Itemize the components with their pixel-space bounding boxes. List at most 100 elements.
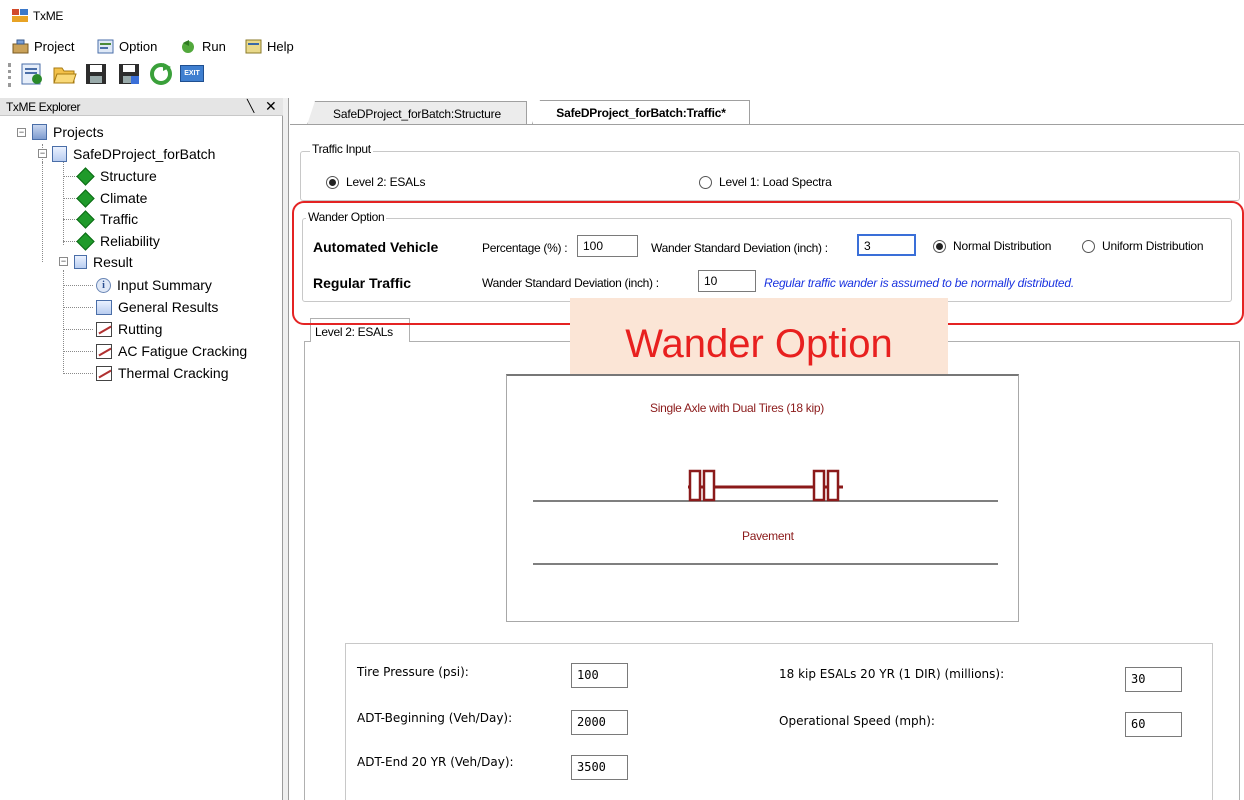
exit-label: EXIT	[184, 70, 200, 77]
tree-item-thermal-cracking[interactable]: Thermal Cracking	[96, 362, 228, 384]
thermal-chart-icon	[96, 365, 112, 381]
operational-speed-input[interactable]: 60	[1125, 712, 1182, 737]
tree-item-reliability[interactable]: Reliability	[76, 230, 160, 252]
menu-option[interactable]: Option	[97, 37, 157, 55]
tree-item-input-summary-label: Input Summary	[117, 277, 212, 293]
esals-input[interactable]: 30	[1125, 667, 1182, 692]
tree-item-ac-fatigue-cracking[interactable]: AC Fatigue Cracking	[96, 340, 247, 362]
collapse-toggle-projects[interactable]: −	[17, 128, 26, 137]
tree-item-input-summary[interactable]: i Input Summary	[96, 274, 212, 296]
menu-project-label: Project	[34, 38, 75, 54]
help-icon	[245, 39, 262, 53]
panel-splitter[interactable]	[283, 98, 289, 800]
save-icon[interactable]	[84, 62, 108, 86]
window-title: TxME	[33, 9, 64, 23]
tree-line	[63, 307, 93, 308]
adt-beginning-input[interactable]: 2000	[571, 710, 628, 735]
open-folder-icon[interactable]	[53, 62, 77, 86]
radio-level1-load-spectra[interactable]: Level 1: Load Spectra	[699, 175, 832, 189]
structure-diamond-icon	[76, 166, 95, 186]
tree-item-traffic-label: Traffic	[100, 211, 139, 227]
collapse-toggle-result[interactable]: −	[59, 257, 68, 266]
adt-end-input[interactable]: 3500	[571, 755, 628, 780]
radio-level1-dot	[699, 175, 712, 189]
tree-item-projects-label: Projects	[53, 124, 104, 140]
rutting-chart-icon	[96, 321, 112, 337]
tree-line	[42, 162, 43, 262]
menu-run-label: Run	[202, 38, 226, 54]
tree-line	[63, 351, 93, 352]
tree-item-general-results-label: General Results	[118, 299, 219, 315]
esals-label: 18 kip ESALs 20 YR (1 DIR) (millions):	[779, 667, 1005, 681]
tree-item-thermal-cracking-label: Thermal Cracking	[118, 365, 229, 381]
tire-pressure-label: Tire Pressure (psi):	[357, 665, 469, 679]
tree-item-structure[interactable]: Structure	[76, 165, 157, 187]
tree-item-project[interactable]: SafeDProject_forBatch	[52, 143, 215, 165]
tire-pressure-input[interactable]: 100	[571, 663, 628, 688]
tree-item-general-results[interactable]: General Results	[96, 296, 218, 318]
general-results-icon	[96, 299, 112, 315]
tree-line	[63, 285, 93, 286]
tab-structure[interactable]: SafeDProject_forBatch:Structure	[307, 101, 527, 125]
tree-item-rutting[interactable]: Rutting	[96, 318, 162, 340]
menu-help-label: Help	[267, 38, 294, 54]
toolbar: EXIT	[0, 58, 1244, 90]
tree-item-projects[interactable]: Projects	[32, 121, 104, 143]
wander-option-annotation-text: Wander Option	[625, 322, 893, 366]
result-folder-icon	[74, 255, 87, 269]
refresh-icon[interactable]	[149, 62, 173, 86]
pin-icon[interactable]: ╲	[247, 99, 254, 113]
axle-drawing	[533, 469, 998, 565]
new-project-icon[interactable]	[20, 62, 44, 86]
tab-traffic-label: SafeDProject_forBatch:Traffic*	[556, 105, 726, 120]
tree-item-result[interactable]: Result	[74, 251, 133, 273]
option-icon	[97, 39, 114, 53]
adt-beginning-label: ADT-Beginning (Veh/Day):	[357, 711, 513, 725]
climate-diamond-icon	[76, 188, 95, 208]
pavement-label: Pavement	[742, 529, 794, 543]
tree-item-traffic[interactable]: Traffic	[76, 208, 139, 230]
close-icon[interactable]: ✕	[265, 98, 277, 115]
explorer-header: TxME Explorer ╲ ✕	[0, 98, 283, 116]
adt-end-label: ADT-End 20 YR (Veh/Day):	[357, 755, 514, 769]
tab-level2-esals-label: Level 2: ESALs	[315, 325, 393, 339]
tree-item-climate[interactable]: Climate	[76, 187, 148, 209]
project-file-icon	[52, 146, 67, 162]
fatigue-chart-icon	[96, 343, 112, 359]
radio-level2-label: Level 2: ESALs	[346, 175, 426, 189]
info-icon: i	[96, 277, 111, 293]
axle-diagram: Single Axle with Dual Tires (18 kip) Pav…	[506, 374, 1019, 622]
project-icon	[12, 39, 29, 53]
tree-item-ac-fatigue-cracking-label: AC Fatigue Cracking	[118, 343, 248, 359]
tree-line	[63, 162, 64, 245]
radio-level2-dot	[326, 175, 339, 189]
traffic-diamond-icon	[76, 209, 95, 229]
tree-item-rutting-label: Rutting	[118, 321, 163, 337]
exit-icon[interactable]: EXIT	[180, 65, 204, 82]
tab-structure-label: SafeDProject_forBatch:Structure	[333, 106, 501, 121]
menu-project[interactable]: Project	[12, 37, 74, 55]
tree-item-project-label: SafeDProject_forBatch	[73, 146, 216, 162]
txme-app-icon	[12, 9, 28, 22]
tree-line	[63, 373, 93, 374]
tree-item-climate-label: Climate	[100, 190, 148, 206]
save-as-icon[interactable]	[117, 62, 141, 86]
tree-item-structure-label: Structure	[100, 168, 157, 184]
menu-option-label: Option	[119, 38, 158, 54]
collapse-toggle-project[interactable]: −	[38, 149, 47, 158]
radio-level1-label: Level 1: Load Spectra	[719, 175, 832, 189]
reliability-diamond-icon	[76, 231, 95, 251]
radio-level2-esals[interactable]: Level 2: ESALs	[326, 175, 425, 189]
toolbar-grip[interactable]	[8, 63, 11, 87]
traffic-input-title: Traffic Input	[310, 142, 373, 156]
operational-speed-label: Operational Speed (mph):	[779, 714, 935, 728]
explorer-panel: TxME Explorer ╲ ✕ − Projects − SafeDProj…	[0, 98, 283, 800]
menu-help[interactable]: Help	[245, 37, 294, 55]
tree-item-reliability-label: Reliability	[100, 233, 160, 249]
menu-run[interactable]: Run	[180, 37, 226, 55]
menu-bar: Project Option Run Help	[0, 32, 1244, 58]
run-icon	[182, 39, 194, 53]
tab-traffic[interactable]: SafeDProject_forBatch:Traffic*	[532, 100, 750, 124]
tree-item-result-label: Result	[93, 254, 133, 270]
projects-icon	[32, 124, 47, 140]
